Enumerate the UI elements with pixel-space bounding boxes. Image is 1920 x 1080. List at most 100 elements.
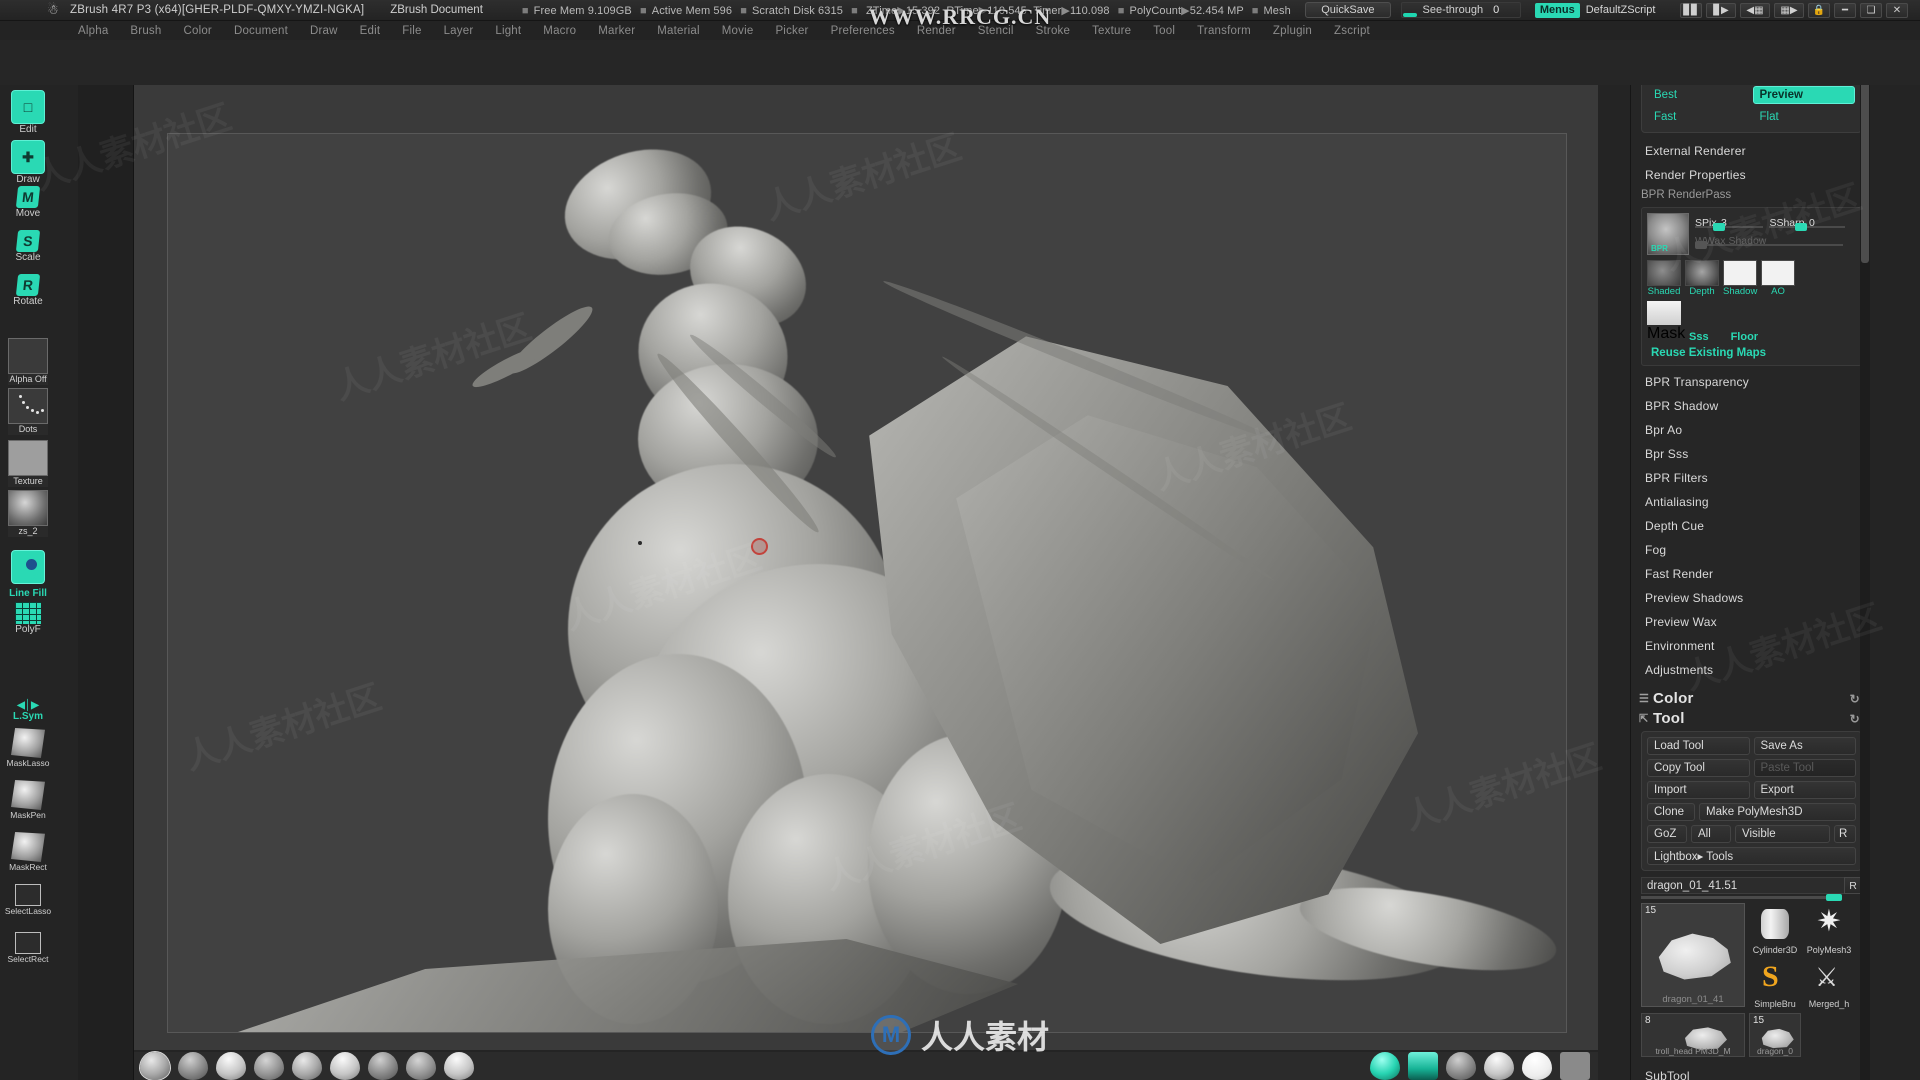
best-render-button[interactable]: Best <box>1648 86 1749 104</box>
reuse-existing-maps-button[interactable]: Reuse Existing Maps <box>1647 343 1856 360</box>
menu-item-marker[interactable]: Marker <box>598 25 635 37</box>
menu-item-zscript[interactable]: Zscript <box>1334 25 1370 37</box>
section-preview-shadows[interactable]: Preview Shadows <box>1631 586 1870 610</box>
section-fast-render[interactable]: Fast Render <box>1631 562 1870 586</box>
edit-button[interactable]: □ Edit <box>0 90 56 135</box>
menu-item-texture[interactable]: Texture <box>1092 25 1131 37</box>
material-swatch[interactable] <box>1446 1052 1476 1080</box>
selectrect-button[interactable]: SelectRect <box>0 932 56 965</box>
flat-render-button[interactable]: Flat <box>1754 108 1856 126</box>
sliders-icon[interactable]: ▊▊ <box>1680 2 1702 18</box>
bpr-renderpass-header[interactable]: BPR RenderPass <box>1631 187 1870 205</box>
section-bpr-transparency[interactable]: BPR Transparency <box>1631 370 1870 394</box>
sliders-menu-icon[interactable]: ▊▶ <box>1706 2 1736 18</box>
next-subtool-icon[interactable]: ▦▶ <box>1774 2 1804 18</box>
close-icon[interactable]: ✕ <box>1886 2 1908 18</box>
sss-label[interactable]: Sss <box>1689 331 1709 343</box>
material-swatch[interactable] <box>292 1052 322 1080</box>
section-adjustments[interactable]: Adjustments <box>1631 658 1870 682</box>
pass-ao[interactable]: AO <box>1761 260 1795 297</box>
preview-render-button[interactable]: Preview <box>1752 86 1855 104</box>
menu-item-document[interactable]: Document <box>234 25 288 37</box>
tool-thumb-dragon[interactable]: 15 dragon_01_41 <box>1641 903 1745 1007</box>
material-swatch-teal[interactable] <box>1370 1052 1400 1080</box>
ssharp-slider[interactable]: SSharp 0 <box>1769 213 1847 231</box>
tool-thumb-dragon2[interactable]: 15 dragon_0 <box>1749 1013 1801 1057</box>
lock-icon[interactable]: 🔒 <box>1808 2 1830 18</box>
spix-slider[interactable]: SPix 3 <box>1695 213 1765 231</box>
menu-item-light[interactable]: Light <box>495 25 521 37</box>
color-refresh-icon[interactable]: ↻ <box>1850 692 1860 706</box>
maximize-icon[interactable]: ❑ <box>1860 2 1882 18</box>
material-swatch-white[interactable] <box>1522 1052 1552 1080</box>
goz-r-button[interactable]: R <box>1834 825 1856 843</box>
save-as-button[interactable]: Save As <box>1753 737 1856 755</box>
local-button[interactable]: Local <box>0 550 56 584</box>
menu-item-alpha[interactable]: Alpha <box>78 25 108 37</box>
maskpen-button[interactable]: MaskPen <box>0 780 56 821</box>
minimize-icon[interactable]: ━ <box>1834 2 1856 18</box>
external-renderer-section[interactable]: External Renderer <box>1631 139 1870 163</box>
menu-item-layer[interactable]: Layer <box>444 25 474 37</box>
current-tool-name[interactable]: dragon_01_41.51 R <box>1641 877 1862 894</box>
pass-shadow[interactable]: Shadow <box>1723 260 1757 297</box>
canvas-area[interactable] <box>134 85 1598 1050</box>
material-swatch[interactable] <box>368 1052 398 1080</box>
line-fill-label[interactable]: Line Fill <box>0 588 56 599</box>
masklasso-button[interactable]: MaskLasso <box>0 728 56 769</box>
section-bpr-shadow[interactable]: BPR Shadow <box>1631 394 1870 418</box>
material-swatch[interactable] <box>1484 1052 1514 1080</box>
material-swatch[interactable] <box>330 1052 360 1080</box>
export-button[interactable]: Export <box>1753 781 1856 799</box>
menus-button[interactable]: Menus <box>1534 2 1580 18</box>
menu-item-brush[interactable]: Brush <box>130 25 161 37</box>
clone-button[interactable]: Clone <box>1647 803 1695 821</box>
make-polymesh3d-button[interactable]: Make PolyMesh3D <box>1699 803 1856 821</box>
pass-depth[interactable]: Depth <box>1685 260 1719 297</box>
menu-item-macro[interactable]: Macro <box>543 25 576 37</box>
stroke-selector[interactable]: Dots <box>0 388 56 435</box>
section-environment[interactable]: Environment <box>1631 634 1870 658</box>
right-palette-panel[interactable]: ☰ Render ↻ Cursor Render Best Preview Fa… <box>1630 21 1870 1080</box>
material-swatch-teal-flat[interactable] <box>1408 1052 1438 1080</box>
color-palette-header[interactable]: ☰ Color ↻ <box>1631 682 1870 707</box>
local-symmetry-button[interactable]: ◀│▶ L.Sym <box>0 700 56 722</box>
goz-all-button[interactable]: All <box>1691 825 1731 843</box>
right-panel-scrollbar[interactable] <box>1860 21 1870 1080</box>
material-selector[interactable]: zs_2 <box>0 490 56 537</box>
tool-palette-header[interactable]: ⇱ Tool ↻ <box>1631 707 1870 729</box>
material-swatch[interactable] <box>216 1052 246 1080</box>
section-fog[interactable]: Fog <box>1631 538 1870 562</box>
menu-item-file[interactable]: File <box>402 25 421 37</box>
bpr-preview-thumbnail[interactable]: BPR <box>1647 213 1689 255</box>
document-viewport[interactable] <box>167 133 1567 1033</box>
tool-scroll-track[interactable] <box>1641 894 1842 901</box>
pass-mask[interactable]: Mask <box>1647 301 1685 343</box>
see-through-slider[interactable]: See-through 0 <box>1400 2 1521 18</box>
load-tool-button[interactable]: Load Tool <box>1647 737 1750 755</box>
lightbox-tools-button[interactable]: Lightbox▸ Tools <box>1647 847 1856 865</box>
material-swatch[interactable] <box>178 1052 208 1080</box>
tool-thumb-merged[interactable]: ⚔ Merged_h <box>1803 957 1855 1009</box>
section-bpr-ao[interactable]: Bpr Ao <box>1631 418 1870 442</box>
material-swatch[interactable] <box>406 1052 436 1080</box>
quicksave-button[interactable]: QuickSave <box>1304 2 1391 18</box>
material-swatch[interactable] <box>254 1052 284 1080</box>
render-properties-section[interactable]: Render Properties <box>1631 163 1870 187</box>
menu-item-transform[interactable]: Transform <box>1197 25 1251 37</box>
tool-thumb-simplebrush[interactable]: S SimpleBru <box>1749 957 1801 1009</box>
polyframe-button[interactable]: PolyF <box>0 602 56 635</box>
tool-thumb-cylinder3d[interactable]: Cylinder3D <box>1749 903 1801 955</box>
alpha-selector[interactable]: Alpha Off <box>0 338 56 385</box>
prev-subtool-icon[interactable]: ◀▦ <box>1740 2 1770 18</box>
section-bpr-filters[interactable]: BPR Filters <box>1631 466 1870 490</box>
menu-item-material[interactable]: Material <box>657 25 700 37</box>
section-depth-cue[interactable]: Depth Cue <box>1631 514 1870 538</box>
move-button[interactable]: M Move <box>0 186 56 219</box>
material-swatch[interactable] <box>139 1051 171 1080</box>
texture-selector[interactable]: Texture <box>0 440 56 487</box>
selectlasso-button[interactable]: SelectLasso <box>0 884 56 917</box>
goz-button[interactable]: GoZ <box>1647 825 1687 843</box>
section-antialiasing[interactable]: Antialiasing <box>1631 490 1870 514</box>
material-swatch-flat[interactable] <box>1560 1052 1590 1080</box>
